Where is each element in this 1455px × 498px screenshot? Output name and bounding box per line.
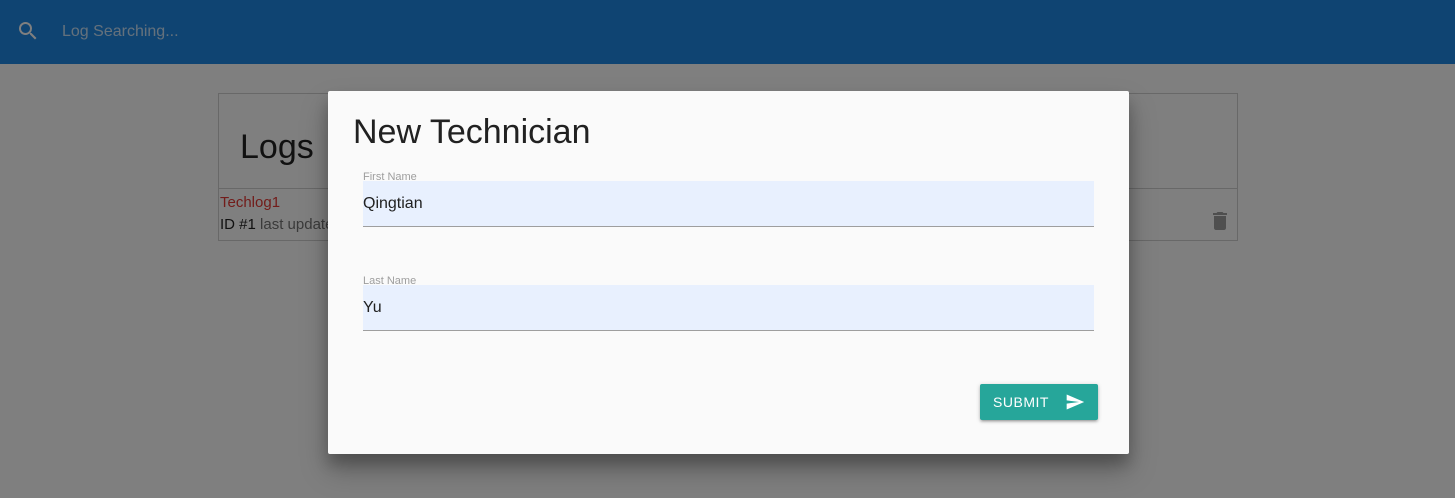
first-name-input[interactable] — [363, 181, 1094, 227]
modal-title: New Technician — [353, 113, 591, 151]
submit-button[interactable]: SUBMIT — [980, 384, 1098, 420]
submit-label: SUBMIT — [993, 394, 1049, 410]
add-technician-modal: New Technician First Name Last Name SUBM… — [328, 91, 1129, 454]
last-name-input[interactable] — [363, 285, 1094, 331]
send-icon — [1066, 394, 1085, 410]
